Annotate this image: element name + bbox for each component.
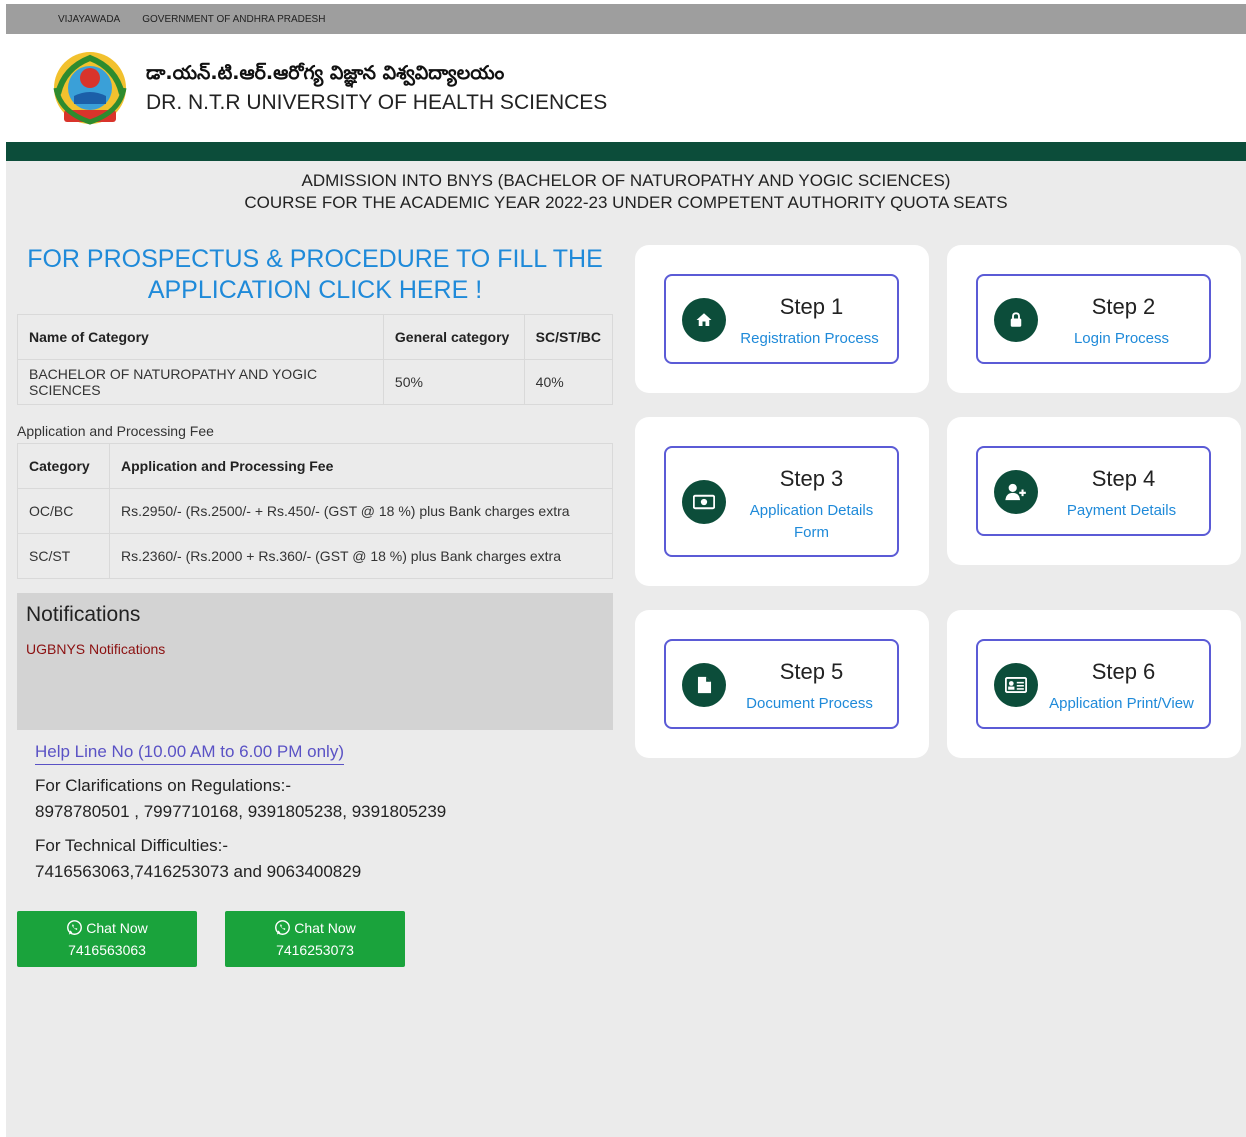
chat-now-label: Chat Now [294, 920, 356, 936]
regulations-label: For Clarifications on Regulations:- [35, 776, 292, 795]
money-icon [682, 480, 726, 524]
step-title: Step 5 [779, 659, 844, 684]
step-4-card: Step 4 Payment Details [947, 417, 1241, 565]
university-title-telugu: డా.యన్.టి.ఆర్.ఆరోగ్య విజ్ఞాన విశ్వవిద్యా… [146, 61, 505, 84]
add-user-icon [994, 470, 1038, 514]
chat-now-label: Chat Now [86, 920, 148, 936]
technical-label: For Technical Difficulties:- [35, 836, 229, 855]
chat-now-button-1[interactable]: Chat Now 7416563063 [17, 911, 197, 967]
government-label: GOVERNMENT OF ANDHRA PRADESH [142, 13, 326, 25]
chat-buttons: Chat Now 7416563063 Chat Now 7416253073 [17, 911, 613, 967]
whatsapp-icon [275, 920, 291, 935]
step-3-card: Step 3 Application Details Form [635, 417, 929, 586]
table-cell: 40% [523, 359, 614, 405]
step-title: Step 4 [1091, 466, 1156, 491]
step-5-card: Step 5 Document Process [635, 610, 929, 758]
step-2-card: Step 2 Login Process [947, 245, 1241, 393]
table-cell: Rs.2360/- (Rs.2000 + Rs.360/- (GST @ 18 … [109, 533, 613, 579]
lock-icon [994, 298, 1038, 342]
category-table: Name of Category General category SC/ST/… [17, 314, 614, 405]
table-row: OC/BC Rs.2950/- (Rs.2500/- + Rs.450/- (G… [17, 488, 613, 534]
table-header-row: Category Application and Processing Fee [17, 443, 613, 489]
step-title: Step 2 [1091, 294, 1156, 319]
column-header: SC/ST/BC [523, 314, 614, 360]
table-row: SC/ST Rs.2360/- (Rs.2000 + Rs.360/- (GST… [17, 533, 613, 579]
university-title-english: DR. N.T.R UNIVERSITY OF HEALTH SCIENCES [146, 90, 608, 114]
table-header-row: Name of Category General category SC/ST/… [17, 314, 614, 360]
city-label: VIJAYAWADA [58, 13, 121, 25]
admission-heading: ADMISSION INTO BNYS (BACHELOR OF NATUROP… [6, 170, 1246, 214]
document-icon [682, 663, 726, 707]
header-divider [6, 142, 1246, 161]
top-bar: VIJAYAWADA GOVERNMENT OF ANDHRA PRADESH [6, 4, 1246, 34]
admission-line-2: COURSE FOR THE ACADEMIC YEAR 2022-23 UND… [244, 193, 1008, 212]
fee-table: Category Application and Processing Fee … [17, 443, 613, 579]
page-frame: VIJAYAWADA GOVERNMENT OF ANDHRA PRADESH … [6, 4, 1246, 1137]
step-6-card: Step 6 Application Print/View [947, 610, 1241, 758]
whatsapp-icon [67, 920, 83, 935]
table-cell: SC/ST [17, 533, 110, 579]
chat-now-button-2[interactable]: Chat Now 7416253073 [225, 911, 405, 967]
table-cell: 50% [382, 359, 525, 405]
column-header: Name of Category [17, 314, 384, 360]
notifications-panel: Notifications UGBNYS Notifications [17, 593, 613, 730]
step-1-button[interactable]: Step 1 Registration Process [664, 274, 899, 364]
prospectus-line-2: APPLICATION CLICK HERE ! [147, 276, 483, 304]
table-cell: OC/BC [17, 488, 110, 534]
step-title: Step 3 [779, 466, 844, 491]
notifications-title: Notifications [26, 603, 141, 626]
step-description: Document Process [746, 695, 873, 712]
prospectus-link[interactable]: FOR PROSPECTUS & PROCEDURE TO FILL THE A… [17, 244, 613, 306]
id-card-icon [994, 663, 1038, 707]
helpline-section: Help Line No (10.00 AM to 6.00 PM only) … [35, 742, 613, 885]
helpline-link[interactable]: Help Line No (10.00 AM to 6.00 PM only) [35, 742, 344, 765]
column-header: Category [17, 443, 110, 489]
step-description: Login Process [1073, 330, 1170, 347]
step-title: Step 6 [1091, 659, 1156, 684]
step-description: Payment Details [1066, 502, 1177, 519]
technical-numbers: 7416563063,7416253073 and 9063400829 [35, 862, 362, 881]
step-3-button[interactable]: Step 3 Application Details Form [664, 446, 899, 557]
step-2-button[interactable]: Step 2 Login Process [976, 274, 1211, 364]
step-description: Application Print/View [1049, 695, 1194, 712]
chat-number: 7416563063 [68, 942, 146, 958]
prospectus-line-1: FOR PROSPECTUS & PROCEDURE TO FILL THE [27, 245, 603, 273]
site-header: డా.యన్.టి.ఆర్.ఆరోగ్య విజ్ఞాన విశ్వవిద్యా… [6, 34, 1246, 142]
home-icon [682, 298, 726, 342]
university-emblem-icon [53, 52, 127, 125]
column-header: General category [382, 314, 525, 360]
regulations-numbers: 8978780501 , 7997710168, 9391805238, 939… [35, 802, 447, 821]
ugbnys-notifications-link[interactable]: UGBNYS Notifications [26, 641, 604, 657]
table-row: BACHELOR OF NATUROPATHY AND YOGIC SCIENC… [17, 359, 614, 405]
step-description: Application Details Form [749, 502, 874, 541]
step-5-button[interactable]: Step 5 Document Process [664, 639, 899, 729]
fee-section-label: Application and Processing Fee [17, 423, 214, 439]
step-6-button[interactable]: Step 6 Application Print/View [976, 639, 1211, 729]
column-header: Application and Processing Fee [109, 443, 613, 489]
left-column: FOR PROSPECTUS & PROCEDURE TO FILL THE A… [17, 244, 614, 967]
step-description: Registration Process [740, 330, 879, 347]
admission-line-1: ADMISSION INTO BNYS (BACHELOR OF NATUROP… [301, 171, 951, 190]
table-cell: BACHELOR OF NATUROPATHY AND YOGIC SCIENC… [17, 359, 384, 405]
step-4-button[interactable]: Step 4 Payment Details [976, 446, 1211, 536]
step-title: Step 1 [779, 294, 844, 319]
chat-number: 7416253073 [276, 942, 354, 958]
table-cell: Rs.2950/- (Rs.2500/- + Rs.450/- (GST @ 1… [109, 488, 613, 534]
step-1-card: Step 1 Registration Process [635, 245, 929, 393]
